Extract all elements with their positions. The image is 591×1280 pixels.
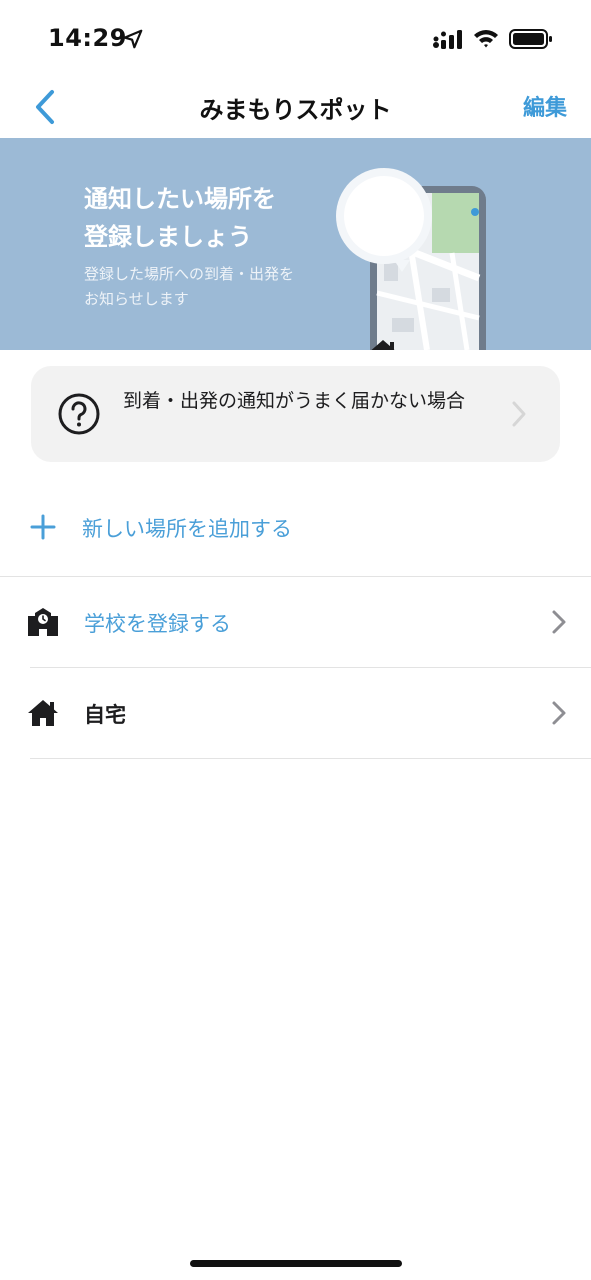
status-time: 14:29 xyxy=(48,24,127,52)
chevron-right-icon xyxy=(512,401,526,427)
home-indicator xyxy=(190,1260,402,1267)
add-place-button[interactable]: 新しい場所を追加する xyxy=(0,480,591,576)
chevron-right-icon xyxy=(552,701,566,725)
plus-icon xyxy=(30,514,56,540)
navigation-bar: みまもりスポット 編集 xyxy=(0,80,591,138)
edit-button[interactable]: 編集 xyxy=(523,90,567,122)
phone-map-illustration xyxy=(336,168,486,350)
school-icon xyxy=(28,608,58,636)
notification-help-card[interactable]: 到着・出発の通知がうまく届かない場合 xyxy=(31,366,560,462)
divider xyxy=(30,758,591,759)
question-circle-icon xyxy=(58,393,100,435)
home-icon xyxy=(371,340,395,350)
list-item-label: 学校を登録する xyxy=(84,612,231,636)
hero-banner: 通知したい場所を 登録しましょう 登録した場所への到着・出発を お知らせします xyxy=(0,138,591,350)
banner-title: 通知したい場所を 登録しましょう xyxy=(84,185,276,251)
list-item-home[interactable]: 自宅 xyxy=(0,668,591,759)
status-bar: 14:29 xyxy=(0,0,591,80)
list-item-school[interactable]: 学校を登録する xyxy=(0,577,591,668)
add-place-label: 新しい場所を追加する xyxy=(82,517,292,541)
wifi-icon xyxy=(474,30,498,48)
list-item-label: 自宅 xyxy=(84,703,126,727)
home-icon xyxy=(28,700,58,726)
cellular-signal-icon xyxy=(433,30,462,49)
location-arrow-icon xyxy=(123,29,143,49)
help-card-text: 到着・出発の通知がうまく届かない場合 xyxy=(123,390,466,412)
chevron-right-icon xyxy=(552,610,566,634)
page-title: みまもりスポット xyxy=(199,96,392,124)
banner-subtitle: 登録した場所への到着・出発を お知らせします xyxy=(84,265,295,308)
battery-icon xyxy=(509,29,552,49)
